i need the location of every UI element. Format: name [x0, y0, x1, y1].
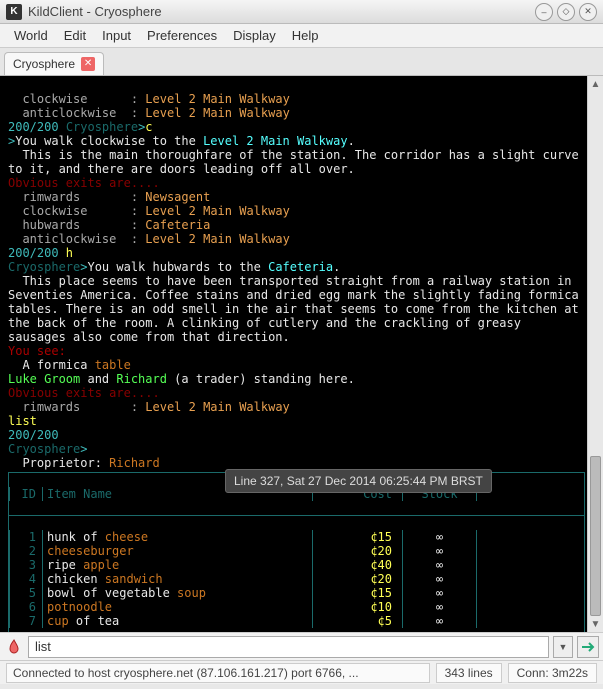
table-row: 1hunk of cheese¢15∞ — [9, 530, 584, 544]
col-id: ID — [9, 487, 43, 501]
scrollbar[interactable]: ▲ ▼ — [587, 76, 603, 632]
tab-close-icon[interactable]: ✕ — [81, 57, 95, 71]
terminal-area: clockwise : Level 2 Main Walkway anticlo… — [0, 76, 603, 632]
status-conn-time: Conn: 3m22s — [508, 663, 597, 683]
maximize-button[interactable]: ◇ — [557, 3, 575, 21]
menubar: World Edit Input Preferences Display Hel… — [0, 24, 603, 48]
table-row: 7cup of tea¢5∞ — [9, 614, 584, 628]
command-input[interactable] — [28, 636, 549, 658]
input-bar: ▼ — [0, 632, 603, 660]
table-row: 4chicken sandwich¢20∞ — [9, 572, 584, 586]
status-connection: Connected to host cryosphere.net (87.106… — [6, 663, 430, 683]
send-button[interactable] — [577, 636, 599, 658]
tabbar: Cryosphere ✕ — [0, 48, 603, 76]
scroll-down-icon[interactable]: ▼ — [588, 616, 603, 632]
status-lines: 343 lines — [436, 663, 502, 683]
menu-input[interactable]: Input — [94, 25, 139, 46]
fire-icon[interactable] — [4, 637, 24, 657]
window-title: KildClient - Cryosphere — [28, 4, 531, 19]
menu-help[interactable]: Help — [284, 25, 327, 46]
status-bar: Connected to host cryosphere.net (87.106… — [0, 660, 603, 684]
menu-world[interactable]: World — [6, 25, 56, 46]
table-row: 5bowl of vegetable soup¢15∞ — [9, 586, 584, 600]
menu-edit[interactable]: Edit — [56, 25, 94, 46]
close-button[interactable]: ✕ — [579, 3, 597, 21]
table-row: 2cheeseburger¢20∞ — [9, 544, 584, 558]
menu-preferences[interactable]: Preferences — [139, 25, 225, 46]
table-row: 6potnoodle¢10∞ — [9, 600, 584, 614]
tab-label: Cryosphere — [13, 57, 75, 71]
tab-cryosphere[interactable]: Cryosphere ✕ — [4, 52, 104, 75]
menu-display[interactable]: Display — [225, 25, 284, 46]
app-icon: K — [6, 4, 22, 20]
titlebar: K KildClient - Cryosphere – ◇ ✕ — [0, 0, 603, 24]
scroll-thumb[interactable] — [590, 456, 601, 616]
terminal-output[interactable]: clockwise : Level 2 Main Walkway anticlo… — [0, 76, 587, 632]
minimize-button[interactable]: – — [535, 3, 553, 21]
line-tooltip: Line 327, Sat 27 Dec 2014 06:25:44 PM BR… — [225, 469, 492, 493]
history-dropdown[interactable]: ▼ — [553, 636, 573, 658]
scroll-up-icon[interactable]: ▲ — [588, 76, 603, 92]
table-row: 3ripe apple¢40∞ — [9, 558, 584, 572]
shop-table: IDItem NameCostStock 1hunk of cheese¢15∞… — [8, 472, 585, 632]
